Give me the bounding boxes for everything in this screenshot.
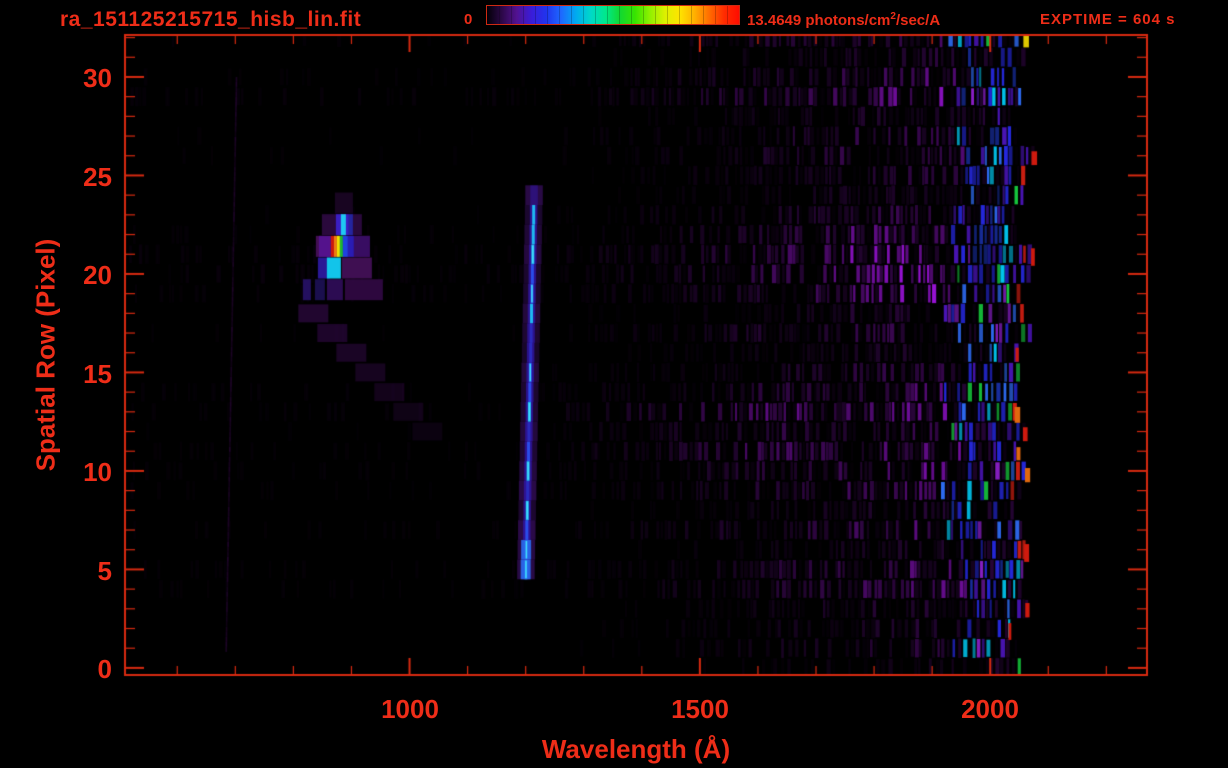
colorbar-banding bbox=[487, 6, 739, 24]
colorbar-max-label: 13.4649 photons/cm2/sec/A bbox=[747, 11, 940, 29]
y-tick-label-0: 0 bbox=[97, 654, 112, 684]
y-axis-title: Spatial Row (Pixel) bbox=[30, 238, 61, 472]
spectral-viewer-window: ra_151125215715_hisb_lin.fit 0 13.4649 p… bbox=[0, 0, 1228, 768]
spectral-image-canvas bbox=[0, 0, 1228, 768]
y-tick-label-5: 5 bbox=[97, 556, 112, 586]
y-tick-label-25: 25 bbox=[83, 162, 112, 192]
y-tick-label-30: 30 bbox=[83, 63, 112, 93]
x-tick-label-1000: 1000 bbox=[381, 694, 439, 724]
x-tick-label-2000: 2000 bbox=[961, 694, 1019, 724]
exptime-label: EXPTIME = 604 s bbox=[1040, 11, 1176, 28]
x-tick-label-1500: 1500 bbox=[671, 694, 729, 724]
colorbar-min-label: 0 bbox=[464, 11, 473, 28]
colorbar-max-value: 13.4649 photons/cm bbox=[747, 12, 891, 29]
x-axis-title: Wavelength (Å) bbox=[541, 734, 731, 764]
colorbar-max-units: /sec/A bbox=[895, 12, 941, 29]
file-title: ra_151125215715_hisb_lin.fit bbox=[60, 8, 362, 31]
colorbar bbox=[486, 5, 740, 25]
